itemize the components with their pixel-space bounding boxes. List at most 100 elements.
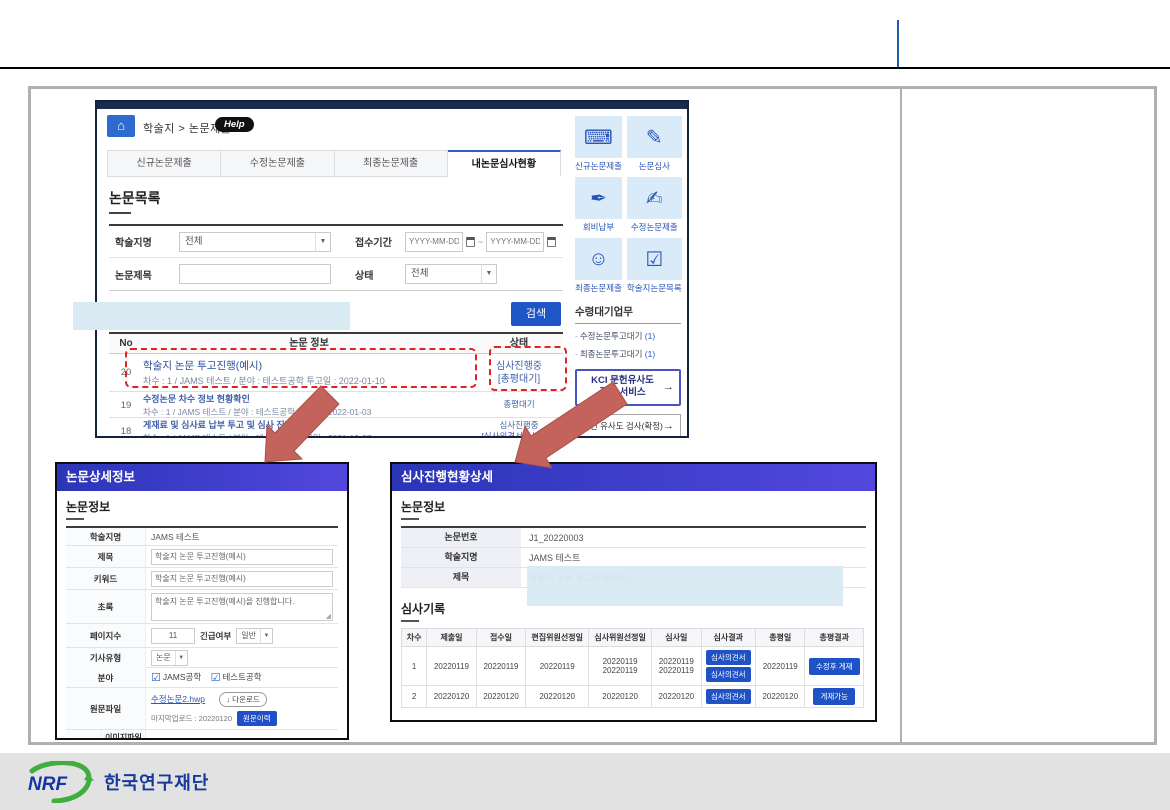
- panel-title: 논문상세정보: [57, 464, 347, 491]
- search-button[interactable]: 검색: [511, 302, 561, 326]
- checkbox-checked-icon[interactable]: ☑: [151, 672, 161, 684]
- nrf-logo: NRF 한국연구재단: [22, 761, 209, 803]
- highlight-overlay: [73, 302, 350, 330]
- quick-label: 신규논문제출: [575, 160, 622, 172]
- status-select[interactable]: 전체▼: [405, 264, 497, 284]
- org-name: 한국연구재단: [104, 769, 209, 795]
- abstract-textarea[interactable]: 학술지 논문 투고진행(예시)을 진행합니다.◢: [151, 593, 333, 621]
- tab-new-submission[interactable]: 신규논문제출: [107, 150, 221, 177]
- tab-revised-submission[interactable]: 수정논문제출: [221, 150, 334, 177]
- paper-title-link[interactable]: 수정논문 차수 정보 현황확인: [143, 392, 475, 405]
- chevron-down-icon: ▼: [481, 265, 496, 283]
- search-form: 학술지명 전체▼ 접수기간 ~ 논문제목 상태 전체▼: [109, 224, 563, 291]
- paper-detail: 차수 : 1 / JAMS 테스트 / 분야 : 테스트공학 투고일 : 202…: [143, 432, 475, 438]
- review-date: 20220119: [653, 657, 700, 666]
- journal-value: JAMS 테스트: [146, 529, 338, 545]
- field-label: 페이지수: [66, 624, 146, 647]
- reviewer-date: 20220119: [590, 666, 650, 675]
- kci-line2: 검사 서비스: [582, 387, 663, 399]
- status-badge[interactable]: 총평대기: [475, 399, 563, 410]
- urgent-value: 일반: [241, 631, 256, 640]
- journal-label: 학술지명: [109, 234, 179, 249]
- field-label: 초록: [66, 590, 146, 623]
- review-opinion-button[interactable]: 심사의견서: [706, 667, 751, 682]
- review-opinion-button[interactable]: 심사의견서: [706, 689, 751, 704]
- quick-revised-submission[interactable]: ✍ 수정논문제출: [627, 177, 682, 233]
- review-row: 1 20220119 20220119 20220119 20220119202…: [402, 647, 864, 686]
- quick-journal-paper-list[interactable]: ☑ 학술지논문목록: [627, 238, 682, 294]
- quick-new-submission[interactable]: ⌨ 신규논문제출: [575, 116, 622, 172]
- info-label: 논문번호: [401, 528, 521, 547]
- review-record-table: 차수제출일 접수일편집위원선정일 심사위원선정일심사일 심사결과총평일 총평결과…: [401, 628, 864, 708]
- checkbox-checked-icon[interactable]: ☑: [211, 672, 221, 684]
- field-label: 기사유형: [66, 648, 146, 668]
- table-row[interactable]: 18 게재료 및 심사료 납부 투고 및 심사 진행 중 차수 : 1 / JA…: [109, 418, 563, 438]
- status-line1: 총평대기: [475, 399, 563, 410]
- final-result-button[interactable]: 수정후 게재: [809, 658, 860, 675]
- keyword-input[interactable]: 학술지 논문 투고진행(예시): [151, 571, 333, 587]
- help-badge[interactable]: Help: [215, 117, 254, 132]
- urgent-label: 긴급여부: [200, 630, 231, 642]
- title-input[interactable]: 학술지 논문 투고진행(예시): [151, 549, 333, 565]
- pencil-bulb-icon: ✎: [646, 125, 663, 150]
- quick-menu-sidebar: ⌨ 신규논문제출 ✎ 논문심사 ✒ 회비납부 ✍ 수정논문제출 ☺ 최종논문: [575, 116, 681, 438]
- pending-count: (1): [645, 349, 655, 359]
- date-to-input[interactable]: [486, 232, 544, 252]
- note-pencil-icon: ✍: [646, 186, 663, 211]
- download-button[interactable]: ↓ 다운로드: [219, 692, 266, 707]
- faces-icon: ☺: [588, 248, 608, 271]
- urgent-select[interactable]: 일반▼: [236, 628, 273, 644]
- resize-handle-icon[interactable]: ◢: [326, 612, 331, 620]
- file-history-button[interactable]: 원문이력: [237, 711, 277, 726]
- field-label: 제목: [66, 546, 146, 567]
- paper-title-input[interactable]: [179, 264, 331, 284]
- tab-bar: 신규논문제출 수정논문제출 최종논문제출 내논문심사현황: [107, 150, 561, 177]
- paper-detail: 차수 : 1 / JAMS 테스트 / 분야 : 테스트공학 투고일 : 202…: [143, 406, 475, 418]
- attach-label: 첨부파일: [66, 730, 102, 740]
- field-option: JAMS공학: [163, 672, 201, 682]
- article-type-select[interactable]: 논문▼: [151, 650, 188, 666]
- tab-my-review-status[interactable]: 내논문심사현황: [448, 150, 561, 177]
- quick-label: 학술지논문목록: [627, 282, 682, 294]
- journal-select[interactable]: 전체▼: [179, 232, 331, 252]
- row-no: 19: [109, 400, 143, 411]
- pages-input[interactable]: 11: [151, 628, 195, 644]
- field-label: 키워드: [66, 568, 146, 589]
- review-opinion-button[interactable]: 심사의견서: [706, 650, 751, 665]
- status-line2: [심사의견서작성대기]: [475, 431, 563, 438]
- similarity-check-button[interactable]: 문헌 유사도 검사(확정) →: [575, 414, 681, 438]
- journal-name: JAMS 테스트: [521, 551, 866, 564]
- article-type-value: 논문: [156, 653, 171, 662]
- pending-tasks: 수령대기업무 -수정논문투고대기 (1) -최종논문투고대기 (1): [575, 304, 681, 360]
- home-icon[interactable]: ⌂: [107, 115, 135, 137]
- attach-value: [146, 730, 338, 740]
- arrow-right-icon: →: [663, 381, 674, 393]
- form-row: 학술지명 전체▼ 접수기간 ~: [109, 226, 563, 258]
- page-title: 논문목록: [109, 188, 161, 214]
- manuscript-file-link[interactable]: 수정논문2.hwp: [151, 694, 205, 704]
- pending-revised-link[interactable]: -수정논문투고대기 (1): [575, 330, 681, 342]
- tab-final-submission[interactable]: 최종논문제출: [335, 150, 448, 177]
- table-row[interactable]: 19 수정논문 차수 정보 현황확인 차수 : 1 / JAMS 테스트 / 분…: [109, 392, 563, 418]
- quill-document-icon: ✒: [590, 186, 607, 211]
- calendar-icon[interactable]: [547, 237, 556, 247]
- quick-paper-review[interactable]: ✎ 논문심사: [627, 116, 682, 172]
- quick-label: 최종논문제출: [575, 282, 622, 294]
- journal-select-value: 전체: [185, 236, 202, 247]
- quick-menu: ⌨ 신규논문제출 ✎ 논문심사 ✒ 회비납부 ✍ 수정논문제출 ☺ 최종논문: [575, 116, 681, 294]
- quick-membership-fee[interactable]: ✒ 회비납부: [575, 177, 622, 233]
- kci-similarity-button[interactable]: KCI 문헌유사도 검사 서비스 →: [575, 369, 681, 406]
- paper-title-link[interactable]: 게재료 및 심사료 납부 투고 및 심사 진행 중: [143, 418, 475, 431]
- final-result-button[interactable]: 게재가능: [813, 688, 855, 705]
- status-line1: 심사진행중: [475, 420, 563, 431]
- quick-final-submission[interactable]: ☺ 최종논문제출: [575, 238, 622, 294]
- info-label: 학술지명: [401, 548, 521, 567]
- date-from-input[interactable]: [405, 232, 463, 252]
- section-title: 논문정보: [401, 498, 866, 520]
- calendar-icon[interactable]: [466, 237, 475, 247]
- last-upload-text: 마지막업로드 : 20220120: [151, 713, 232, 724]
- pending-final-link[interactable]: -최종논문투고대기 (1): [575, 348, 681, 360]
- section-title: 논문정보: [66, 498, 338, 520]
- paper-title-label: 논문제목: [109, 267, 179, 282]
- status-badge[interactable]: 심사진행중 [심사의견서작성대기]: [475, 420, 563, 438]
